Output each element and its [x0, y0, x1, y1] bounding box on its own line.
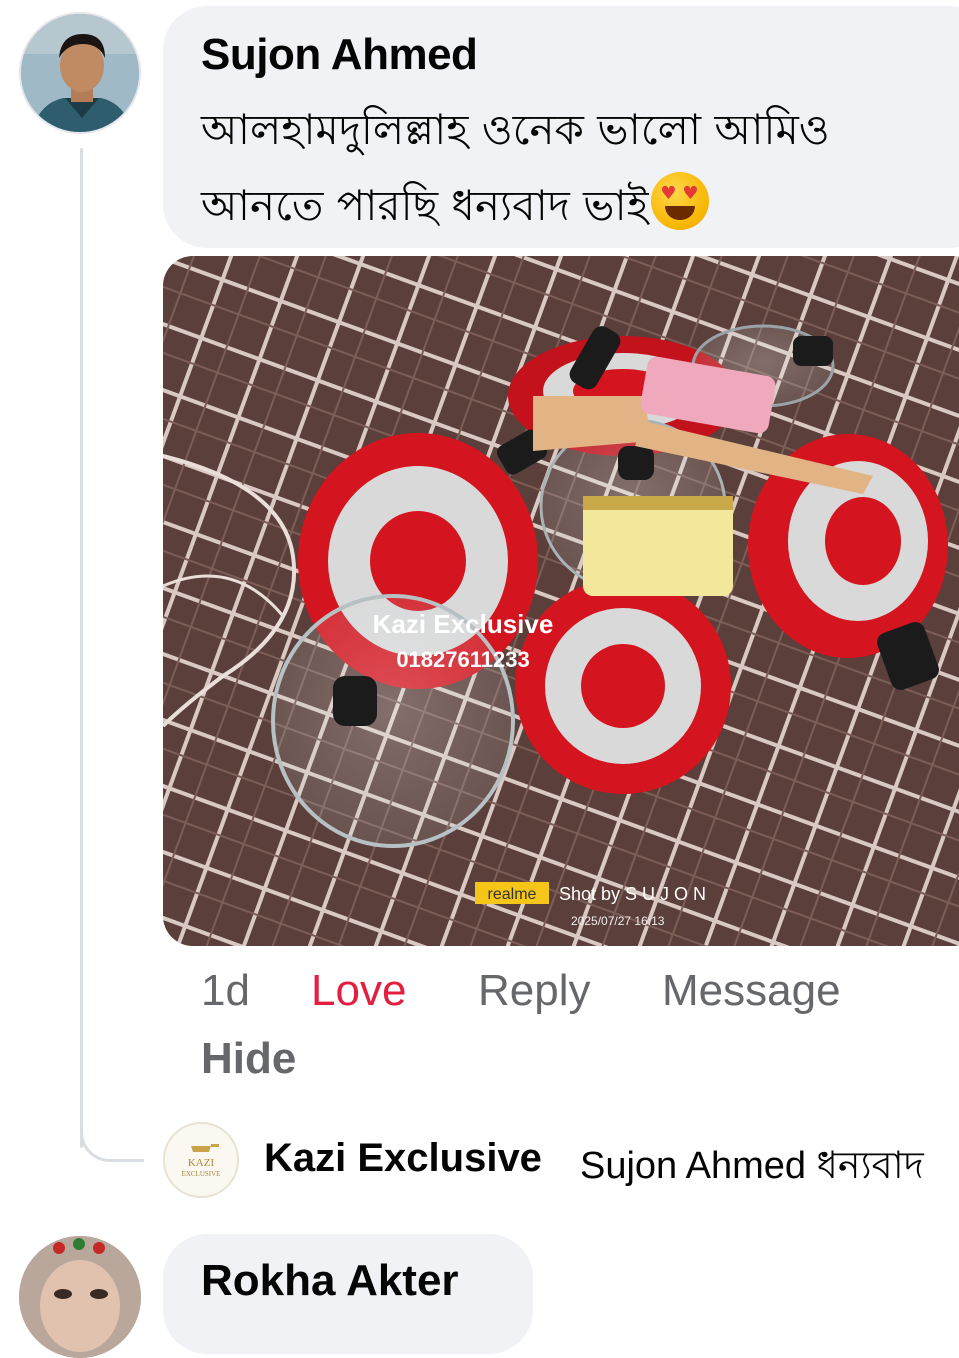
comment-text-line2: আনতে পারছি ধন্যবাদ ভাই [201, 181, 649, 230]
heart-eyes-emoji-icon: ♥ ♥ [650, 172, 709, 230]
photo-timestamp: 2025/07/27 16:13 [571, 914, 665, 928]
reply-author-avatar[interactable]: KAZI EXCLUSIVE [163, 1122, 239, 1198]
reply-text: Sujon Ahmed ধন্যবাদ [580, 1145, 924, 1187]
person-avatar-icon [21, 14, 139, 132]
love-reaction-button[interactable]: Love [311, 966, 406, 1016]
svg-text:KAZI: KAZI [188, 1157, 215, 1169]
message-button[interactable]: Message [662, 966, 841, 1016]
comment-author-name[interactable]: Sujon Ahmed [201, 30, 478, 80]
svg-text:EXCLUSIVE: EXCLUSIVE [182, 1170, 221, 1178]
reply-button[interactable]: Reply [478, 966, 591, 1016]
next-comment-author-name[interactable]: Rokha Akter [201, 1256, 459, 1306]
camera-brand: realme [488, 886, 537, 903]
thread-connector [80, 1110, 144, 1162]
comment-time[interactable]: 1d [201, 966, 250, 1016]
hide-button[interactable]: Hide [201, 1034, 296, 1084]
comment-text-line1: আলহামদুলিল্লাহ ওনেক ভালো আমিও [201, 105, 830, 154]
comment-text-line2-wrap: আনতে পারছি ধন্যবাদ ভাই ♥ ♥ [201, 168, 959, 244]
person-avatar-icon [19, 1236, 141, 1358]
next-commenter-avatar[interactable] [19, 1236, 141, 1358]
thread-line [80, 148, 83, 1148]
comment-photo[interactable]: Kazi Exclusive 01827611233 realme Shot b… [163, 256, 959, 946]
shot-by: Shot by S U J O N [559, 884, 706, 904]
reply-author-name[interactable]: Kazi Exclusive [264, 1136, 542, 1181]
kazi-exclusive-logo-icon: KAZI EXCLUSIVE [165, 1124, 237, 1196]
commenter-avatar[interactable] [19, 12, 141, 134]
comment-text: আলহামদুলিল্লাহ ওনেক ভালো আমিও আনতে পারছি… [201, 92, 959, 244]
cookware-photo-icon: Kazi Exclusive 01827611233 realme Shot b… [163, 256, 959, 946]
watermark-phone: 01827611233 [396, 647, 529, 672]
watermark-name: Kazi Exclusive [373, 609, 554, 639]
